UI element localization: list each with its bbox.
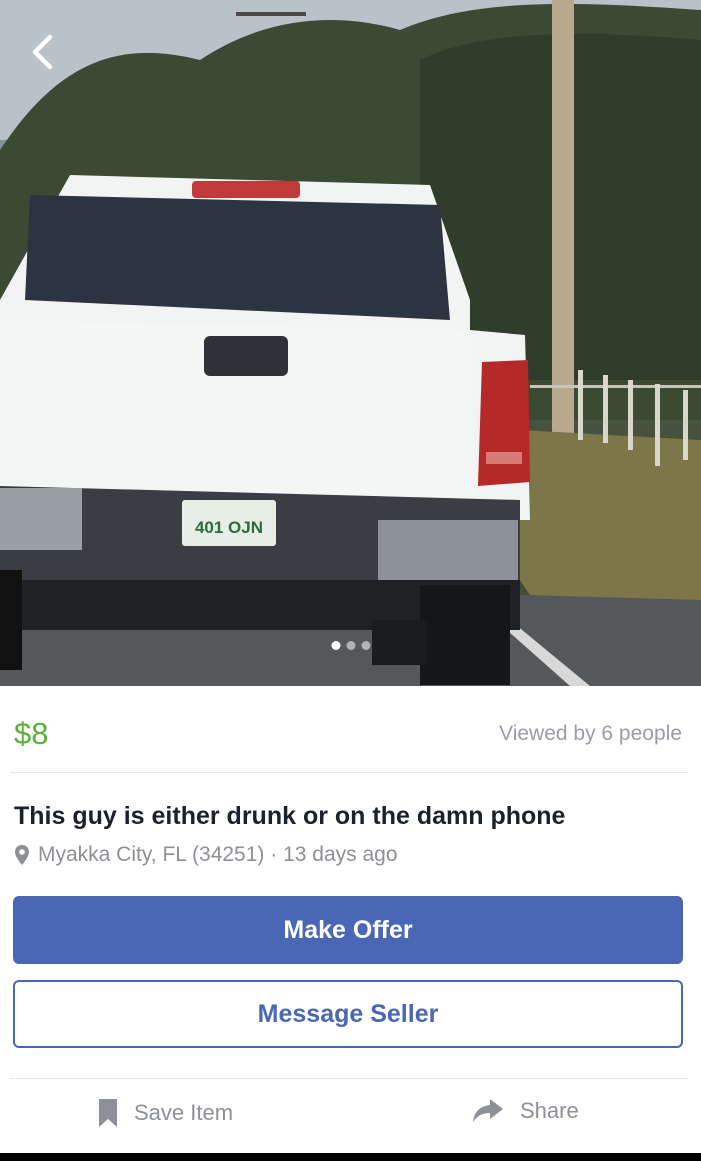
listing-title: This guy is either drunk or on the damn … [14,802,566,830]
message-seller-button[interactable]: Message Seller [13,980,683,1048]
carousel-dot[interactable] [331,641,340,650]
divider [10,1078,689,1079]
share-arrow-icon [473,1099,503,1122]
listing-screen: 401 OJN $8 Viewed by 6 people This guy i… [0,0,701,1161]
carousel-dot[interactable] [361,641,370,650]
bottom-edge [0,1153,701,1161]
share-button[interactable]: Share [472,1098,579,1124]
carousel-indicator [331,641,370,650]
save-item-button[interactable]: Save Item [98,1098,233,1128]
share-label: Share [520,1098,579,1123]
view-count: Viewed by 6 people [499,722,682,745]
carousel-dot[interactable] [346,641,355,650]
price: $8 [14,716,49,751]
save-item-label: Save Item [134,1100,234,1125]
truck-photo-illustration: 401 OJN [0,0,701,686]
svg-text:401 OJN: 401 OJN [195,518,263,537]
back-button[interactable] [22,30,62,74]
chevron-left-icon [32,34,53,70]
divider [10,772,689,773]
listing-location: Myakka City, FL (34251) · 13 days ago [14,843,398,867]
location-text: Myakka City, FL (34251) · 13 days ago [38,843,398,866]
map-pin-icon [15,845,29,865]
bookmark-icon [99,1099,117,1127]
listing-photo[interactable]: 401 OJN [0,0,701,686]
make-offer-button[interactable]: Make Offer [13,896,683,964]
